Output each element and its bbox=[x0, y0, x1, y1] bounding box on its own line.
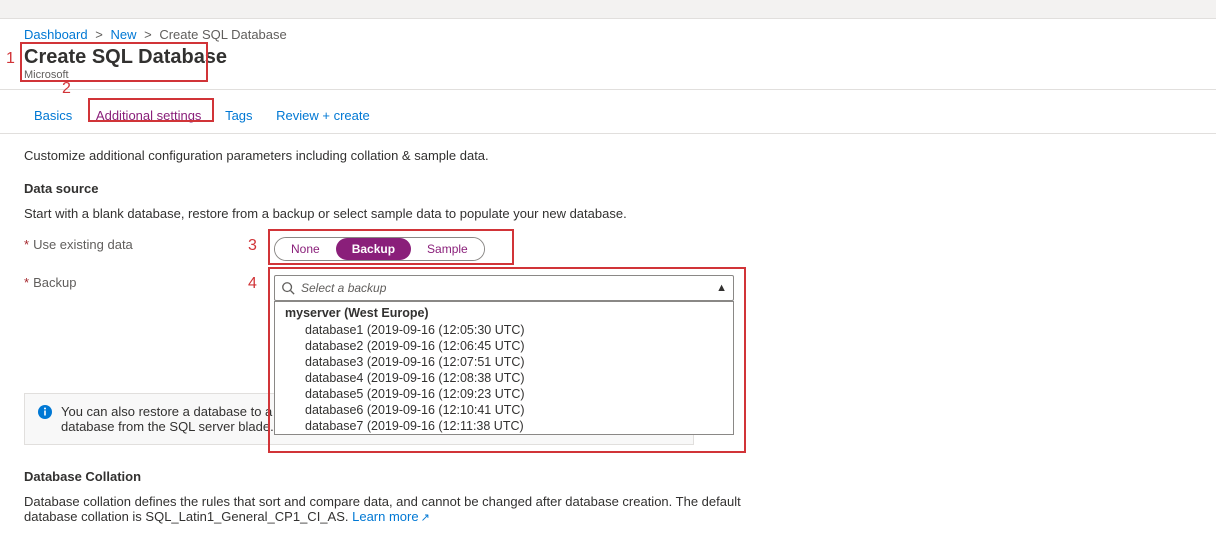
page-title: Create SQL Database bbox=[24, 46, 1192, 69]
page-subtitle: Microsoft bbox=[24, 69, 1192, 81]
required-asterisk: * bbox=[24, 237, 29, 252]
breadcrumb-current: Create SQL Database bbox=[159, 27, 286, 42]
info-icon bbox=[37, 404, 53, 420]
backup-item[interactable]: database2 (2019-09-16 (12:06:45 UTC) bbox=[275, 338, 733, 354]
tab-tags[interactable]: Tags bbox=[215, 102, 262, 133]
tab-additional-settings[interactable]: Additional settings bbox=[86, 102, 212, 133]
required-asterisk: * bbox=[24, 275, 29, 290]
backup-label: * Backup bbox=[24, 275, 274, 290]
collation-description: Database collation defines the rules tha… bbox=[24, 494, 744, 524]
backup-label-text: Backup bbox=[33, 275, 76, 290]
info-text-suffix: server blade. bbox=[199, 419, 278, 434]
backup-group-header: myserver (West Europe) bbox=[275, 302, 733, 322]
existing-data-toggle: None Backup Sample bbox=[274, 237, 485, 261]
data-source-heading: Data source bbox=[24, 181, 1192, 196]
backup-dropdown[interactable]: Select a backup ▲ bbox=[274, 275, 734, 301]
breadcrumb-sep: > bbox=[144, 27, 152, 42]
backup-dropdown-wrap: Select a backup ▲ myserver (West Europe)… bbox=[274, 275, 734, 301]
breadcrumb-new[interactable]: New bbox=[110, 27, 136, 42]
backup-dropdown-placeholder: Select a backup bbox=[301, 281, 716, 295]
tabs: Basics Additional settings Tags Review +… bbox=[0, 90, 1216, 134]
backup-item[interactable]: database5 (2019-09-16 (12:09:23 UTC) bbox=[275, 386, 733, 402]
content: Customize additional configuration param… bbox=[0, 134, 1216, 548]
breadcrumb-dashboard[interactable]: Dashboard bbox=[24, 27, 88, 42]
backup-dropdown-list[interactable]: myserver (West Europe) database1 (2019-0… bbox=[274, 301, 734, 435]
annotation-number-1: 1 bbox=[6, 50, 15, 68]
tab-basics[interactable]: Basics bbox=[24, 102, 82, 133]
use-existing-data-label: * Use existing data bbox=[24, 237, 274, 252]
option-backup[interactable]: Backup bbox=[336, 238, 411, 260]
breadcrumb-sep: > bbox=[95, 27, 103, 42]
chevron-up-icon: ▲ bbox=[716, 282, 727, 294]
title-block: Create SQL Database Microsoft 1 bbox=[0, 44, 1216, 90]
breadcrumb: Dashboard > New > Create SQL Database bbox=[0, 19, 1216, 44]
use-existing-data-row: *Use existing data None Backup Sample 3 bbox=[24, 237, 1192, 261]
option-none[interactable]: None bbox=[275, 238, 336, 260]
info-text-prefix: You can also restore a database to a bbox=[61, 404, 276, 419]
collation-learn-more-link[interactable]: Learn more↗ bbox=[352, 509, 430, 524]
backup-item[interactable]: database6 (2019-09-16 (12:10:41 UTC) bbox=[275, 402, 733, 418]
backup-row: * Backup Select a backup ▲ myserver (West… bbox=[24, 275, 1192, 301]
collation-heading: Database Collation bbox=[24, 469, 1192, 484]
backup-item[interactable]: database3 (2019-09-16 (12:07:51 UTC) bbox=[275, 354, 733, 370]
option-sample[interactable]: Sample bbox=[411, 238, 484, 260]
backup-item[interactable]: database1 (2019-09-16 (12:05:30 UTC) bbox=[275, 322, 733, 338]
tab-review-create[interactable]: Review + create bbox=[266, 102, 380, 133]
collation-learn-more-text: Learn more bbox=[352, 509, 418, 524]
use-existing-data-label-text: Use existing data bbox=[33, 237, 133, 252]
data-source-description: Start with a blank database, restore fro… bbox=[24, 206, 1192, 221]
backup-item[interactable]: database4 (2019-09-16 (12:08:38 UTC) bbox=[275, 370, 733, 386]
external-link-icon: ↗ bbox=[421, 512, 430, 524]
intro-text: Customize additional configuration param… bbox=[24, 148, 1192, 163]
window-top-bar bbox=[0, 0, 1216, 19]
backup-item[interactable]: database7 (2019-09-16 (12:11:38 UTC) bbox=[275, 418, 733, 434]
search-icon bbox=[281, 281, 295, 295]
